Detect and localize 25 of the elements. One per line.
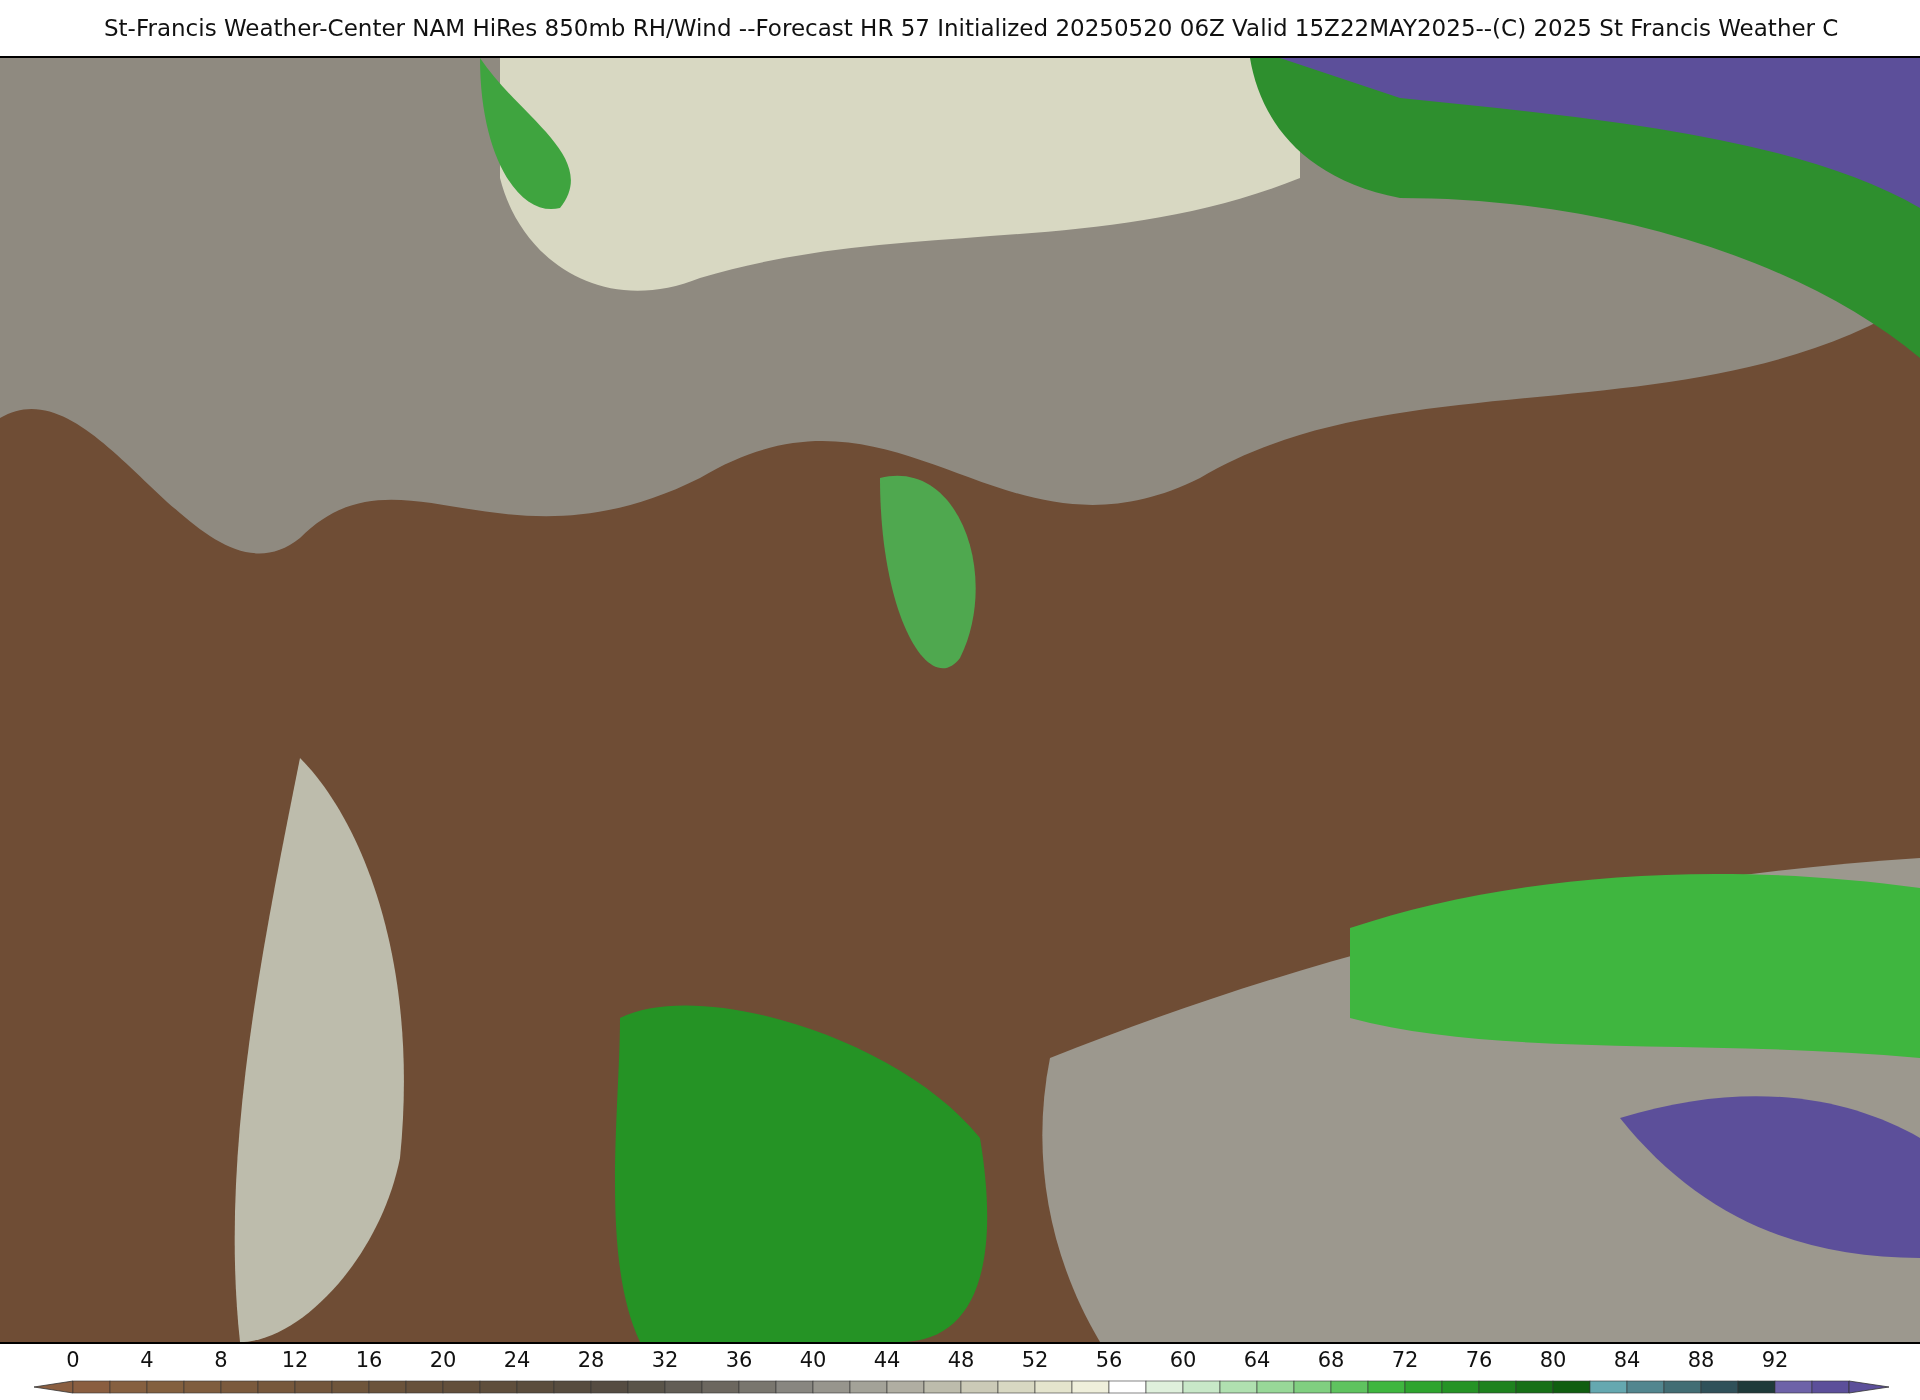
colorbar-tick-label: 20: [429, 1348, 457, 1372]
colorbar-tick-label: 8: [214, 1348, 228, 1372]
colorbar-tick-label: 40: [799, 1348, 827, 1372]
colorbar-tick-label: 76: [1465, 1348, 1493, 1372]
colorbar-tick-label: 4: [140, 1348, 154, 1372]
colorbar-tick-label: 44: [873, 1348, 901, 1372]
colorbar-tick-label: 16: [355, 1348, 383, 1372]
colorbar-tick-label: 88: [1687, 1348, 1715, 1372]
colorbar-tick-label: 0: [66, 1348, 80, 1372]
colorbar-tick-label: 64: [1243, 1348, 1271, 1372]
colorbar-tick-label: 56: [1095, 1348, 1123, 1372]
colorbar-tick-label: 24: [503, 1348, 531, 1372]
colorbar-tick-label: 60: [1169, 1348, 1197, 1372]
colorbar-tick-label: 68: [1317, 1348, 1345, 1372]
colorbar-tick-label: 80: [1539, 1348, 1567, 1372]
colorbar-tick-label: 92: [1761, 1348, 1789, 1372]
map-title: St-Francis Weather-Center NAM HiRes 850mb RH/Wind --Forecast HR 57 Initialized 20250520 06Z Valid 15Z22MAY2025--(C) 2025 St Francis Weather C: [103, 14, 1840, 43]
colorbar-tick-label: 36: [725, 1348, 753, 1372]
colorbar-tick-label: 28: [577, 1348, 605, 1372]
colorbar-tick-label: 52: [1021, 1348, 1049, 1372]
colorbar-tick-label: 12: [281, 1348, 309, 1372]
colorbar-tick-label: 48: [947, 1348, 975, 1372]
colorbar-tick-label: 84: [1613, 1348, 1641, 1372]
colorbar-tick-label: 32: [651, 1348, 679, 1372]
colorbar-tick-label: 72: [1391, 1348, 1419, 1372]
